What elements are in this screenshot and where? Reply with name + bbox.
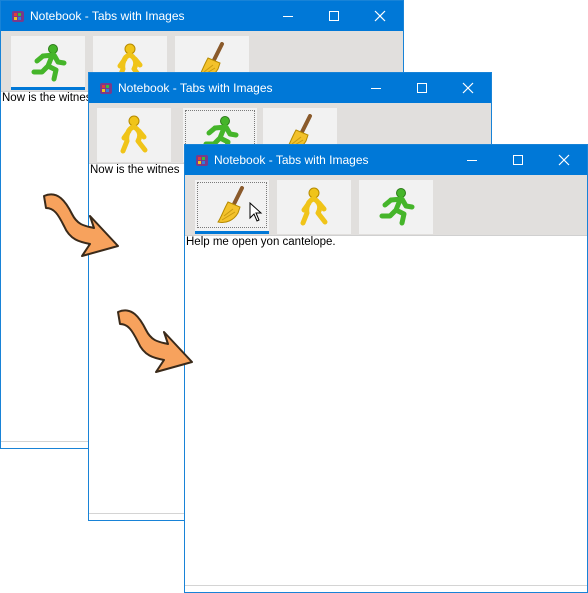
close-icon [374,10,386,22]
selected-tab-indicator [195,231,269,234]
app-icon [196,155,208,166]
selected-tab-indicator [11,87,85,90]
tab-running-man[interactable] [359,180,433,234]
minimize-button[interactable] [265,1,311,31]
app-icon [100,83,112,94]
tab-walking-man[interactable] [277,180,351,234]
app-icon [12,11,24,22]
maximize-button[interactable] [495,145,541,175]
walking-man-icon [300,187,328,226]
close-icon [558,154,570,166]
walking-man-icon [120,115,148,154]
title-bar[interactable]: Notebook - Tabs with Images [89,73,491,103]
close-button[interactable] [541,145,587,175]
minimize-icon [467,160,477,161]
title-bar[interactable]: Notebook - Tabs with Images [185,145,587,175]
minimize-button[interactable] [353,73,399,103]
close-button[interactable] [445,73,491,103]
running-man-icon [379,188,415,226]
maximize-button[interactable] [311,1,357,31]
tab-broom[interactable] [195,180,269,234]
title-bar[interactable]: Notebook - Tabs with Images [1,1,403,31]
minimize-icon [371,88,381,89]
window-title: Notebook - Tabs with Images [30,9,185,23]
maximize-icon [417,83,427,93]
status-divider [185,585,587,586]
close-icon [462,82,474,94]
tab-content-text: Help me open yon cantelope. [186,236,336,248]
tab-walking-man[interactable] [97,108,171,162]
tab-running-man[interactable] [11,36,85,90]
maximize-button[interactable] [399,73,445,103]
notebook-window-3: Notebook - Tabs with Images Help me open… [184,144,588,593]
minimize-button[interactable] [449,145,495,175]
tab-content-text: Now is the witnes [2,92,92,104]
mouse-cursor-icon [249,202,263,222]
running-man-icon [31,44,67,82]
maximize-icon [513,155,523,165]
window-title: Notebook - Tabs with Images [214,153,369,167]
minimize-icon [283,16,293,17]
maximize-icon [329,11,339,21]
tab-strip [185,175,587,236]
close-button[interactable] [357,1,403,31]
window-title: Notebook - Tabs with Images [118,81,273,95]
tab-content-text: Now is the witnes [90,164,180,176]
annotation-arrow-1 [43,193,119,257]
annotation-arrow-2 [117,309,193,373]
